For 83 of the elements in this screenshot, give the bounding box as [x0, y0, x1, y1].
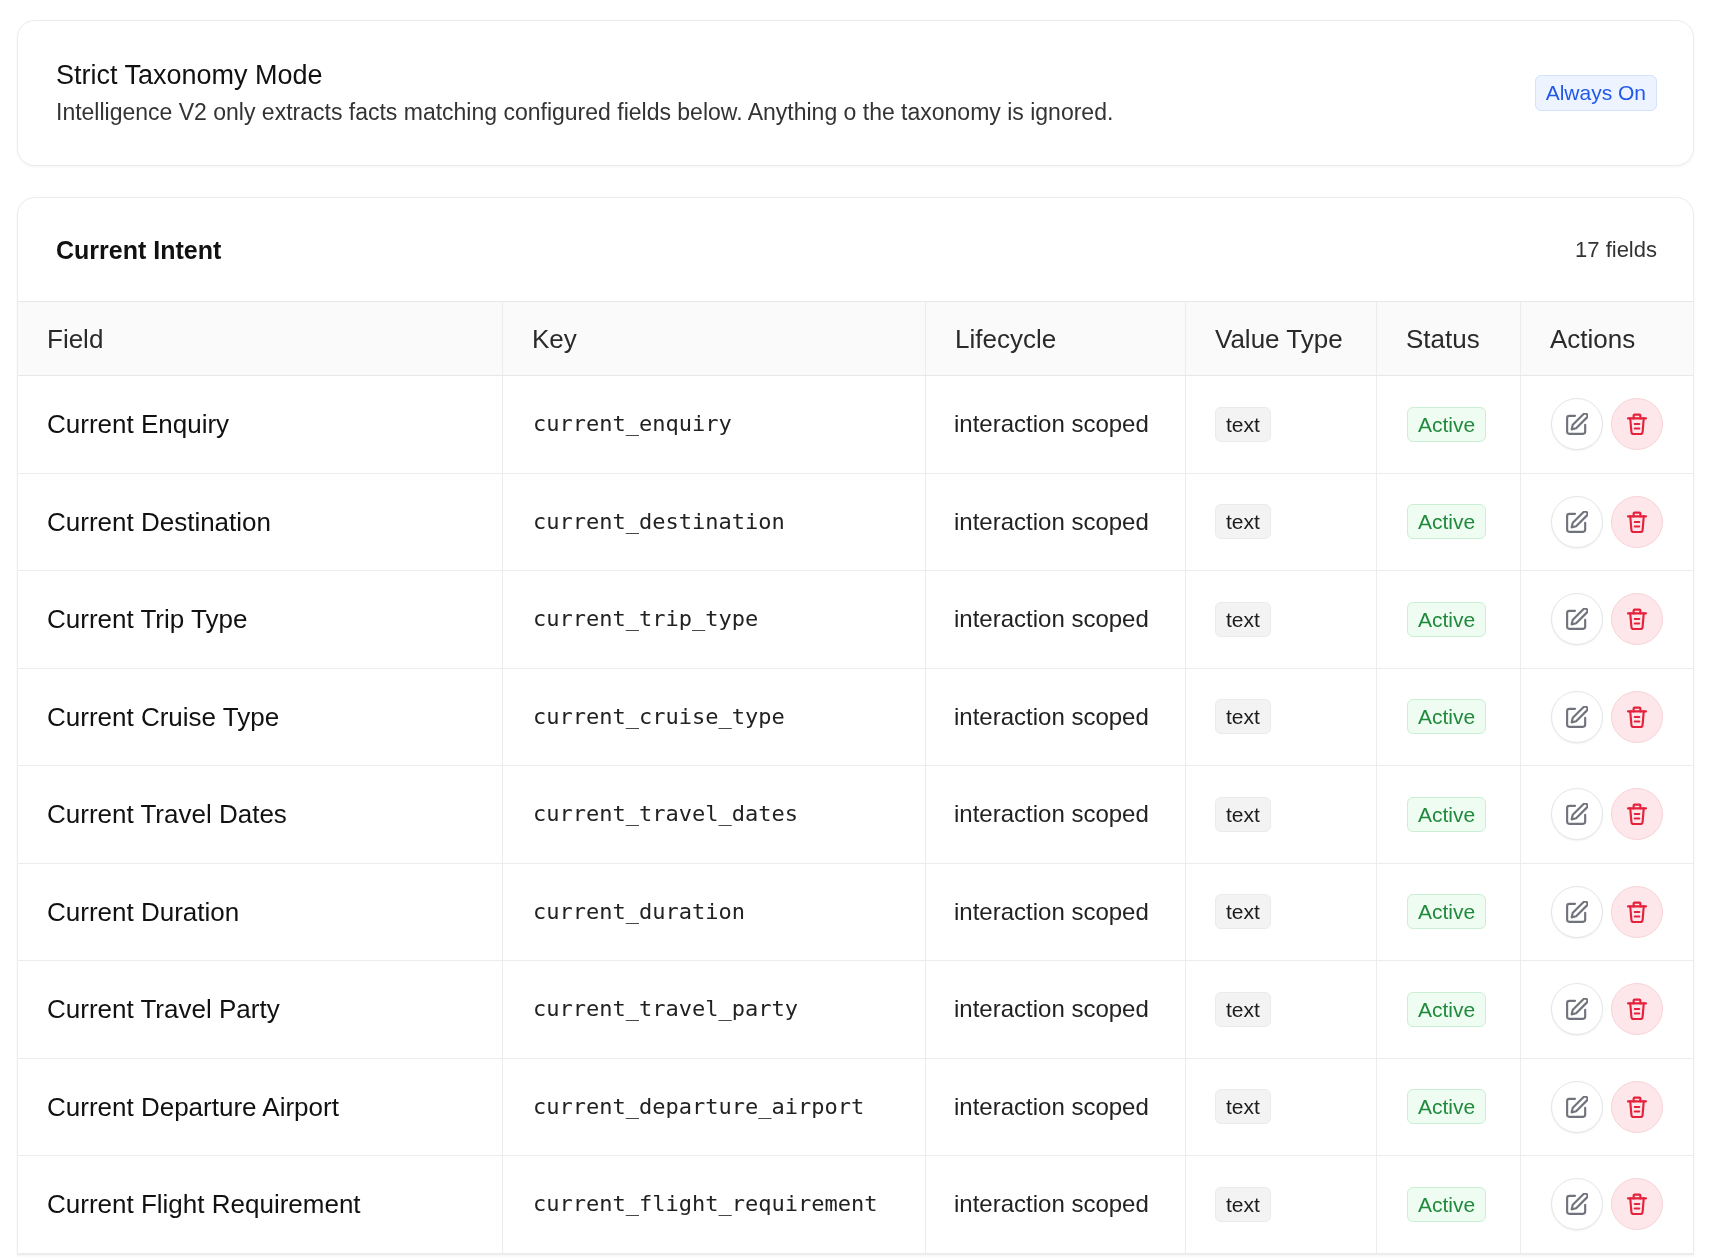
edit-icon — [1566, 1095, 1588, 1118]
edit-button[interactable] — [1551, 1080, 1603, 1133]
field-name: Current Destination — [47, 506, 271, 537]
lifecycle-label: interaction scoped — [954, 1092, 1149, 1121]
edit-button[interactable] — [1551, 788, 1603, 841]
edit-icon — [1566, 1193, 1588, 1216]
edit-button[interactable] — [1551, 885, 1603, 938]
field-key: current_destination — [533, 507, 785, 536]
lifecycle-label: interaction scoped — [954, 605, 1149, 634]
lifecycle-label: interaction scoped — [954, 1190, 1149, 1219]
column-header: Field — [47, 323, 104, 354]
value-type-tag: text — [1215, 991, 1271, 1027]
always-on-badge: Always On — [1534, 75, 1657, 111]
column-header: Actions — [1550, 323, 1636, 354]
edit-button[interactable] — [1551, 690, 1603, 743]
mode-title: Strict Taxonomy Mode — [56, 59, 323, 91]
value-type-tag: text — [1215, 894, 1271, 930]
edit-icon — [1566, 998, 1588, 1021]
field-name: Current Trip Type — [47, 604, 248, 635]
field-key: current_travel_party — [533, 995, 798, 1024]
trash-icon — [1627, 413, 1647, 436]
field-name: Current Flight Requirement — [47, 1189, 361, 1220]
edit-icon — [1566, 900, 1588, 923]
value-type-tag: text — [1215, 406, 1271, 442]
field-key: current_cruise_type — [533, 702, 785, 731]
trash-icon — [1627, 510, 1647, 533]
status-badge: Active — [1407, 699, 1487, 735]
status-badge: Active — [1407, 1089, 1487, 1125]
edit-button[interactable] — [1551, 593, 1603, 646]
value-type-tag: text — [1215, 601, 1271, 637]
edit-button[interactable] — [1551, 398, 1603, 451]
value-type-tag: text — [1215, 796, 1271, 832]
status-badge: Active — [1407, 601, 1487, 637]
status-badge: Active — [1407, 406, 1487, 442]
field-name: Current Travel Dates — [47, 799, 287, 830]
edit-icon — [1566, 608, 1588, 631]
edit-icon — [1566, 803, 1588, 826]
field-count: 17 fields — [1575, 235, 1657, 264]
trash-icon — [1627, 1095, 1647, 1118]
field-name: Current Travel Party — [47, 994, 280, 1025]
edit-icon — [1566, 705, 1588, 728]
trash-icon — [1627, 998, 1647, 1021]
field-name: Current Enquiry — [47, 409, 230, 440]
value-type-tag: text — [1215, 699, 1271, 735]
lifecycle-label: interaction scoped — [954, 995, 1149, 1024]
status-badge: Active — [1407, 991, 1487, 1027]
column-header: Lifecycle — [955, 323, 1057, 354]
edit-button[interactable] — [1551, 495, 1603, 548]
lifecycle-label: interaction scoped — [954, 410, 1149, 439]
lifecycle-label: interaction scoped — [954, 507, 1149, 536]
field-key: current_enquiry — [533, 410, 732, 439]
status-badge: Active — [1407, 504, 1487, 540]
field-key: current_flight_requirement — [533, 1190, 878, 1219]
trash-icon — [1627, 900, 1647, 923]
field-key: current_departure_airport — [533, 1092, 865, 1121]
value-type-tag: text — [1215, 1186, 1271, 1222]
column-header: Value Type — [1215, 323, 1343, 354]
lifecycle-label: interaction scoped — [954, 702, 1149, 731]
section-title: Current Intent — [56, 234, 222, 265]
column-header: Status — [1406, 323, 1480, 354]
value-type-tag: text — [1215, 1089, 1271, 1125]
field-key: current_trip_type — [533, 605, 759, 634]
mode-description: Intelligence V2 only extracts facts matching configured fields below. Anything o the taxonomy is ignored. — [56, 98, 1114, 127]
lifecycle-label: interaction scoped — [954, 800, 1149, 829]
trash-icon — [1627, 608, 1647, 631]
value-type-tag: text — [1215, 504, 1271, 540]
status-badge: Active — [1407, 1186, 1487, 1222]
edit-button[interactable] — [1551, 1178, 1603, 1231]
trash-icon — [1627, 803, 1647, 826]
field-key: current_duration — [533, 897, 745, 926]
edit-icon — [1566, 510, 1588, 533]
column-header: Key — [532, 323, 577, 354]
status-badge: Active — [1407, 796, 1487, 832]
trash-icon — [1627, 705, 1647, 728]
field-name: Current Departure Airport — [47, 1091, 339, 1122]
lifecycle-label: interaction scoped — [954, 897, 1149, 926]
edit-icon — [1566, 413, 1588, 436]
edit-button[interactable] — [1551, 983, 1603, 1036]
field-name: Current Duration — [47, 896, 240, 927]
status-badge: Active — [1407, 894, 1487, 930]
field-name: Current Cruise Type — [47, 701, 280, 732]
field-key: current_travel_dates — [533, 800, 798, 829]
trash-icon — [1627, 1193, 1647, 1216]
